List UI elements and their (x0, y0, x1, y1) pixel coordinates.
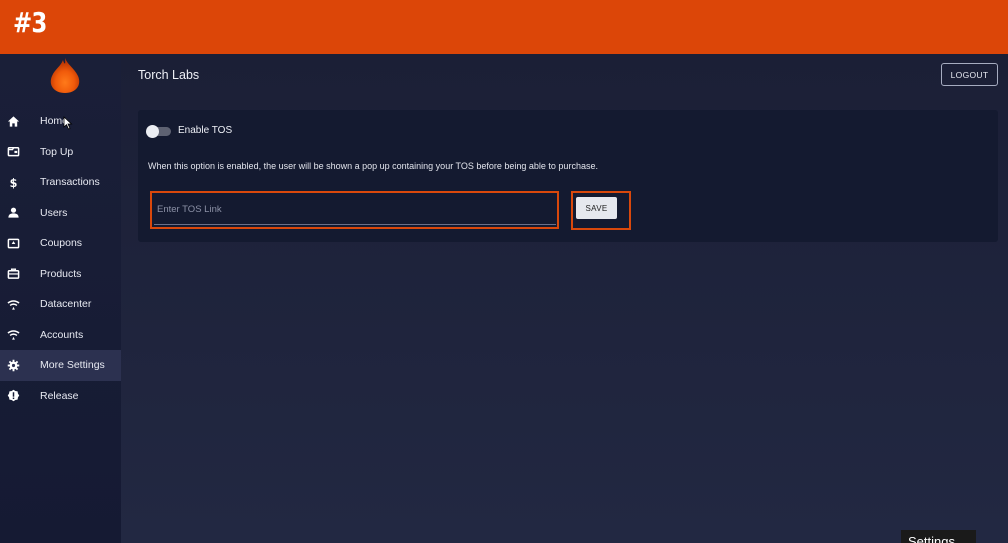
sidebar-item-coupons[interactable]: Coupons (0, 228, 121, 259)
toggle-knob (146, 125, 159, 138)
sidebar-item-top-up[interactable]: Top Up (0, 137, 121, 168)
logout-button[interactable]: LOGOUT (941, 63, 998, 86)
tos-settings-card: Enable TOS When this option is enabled, … (138, 110, 998, 242)
sidebar-item-label: Users (40, 206, 68, 219)
save-button-highlight: SAVE (571, 191, 631, 230)
sidebar-item-transactions[interactable]: $ Transactions (0, 167, 121, 198)
sidebar-item-label: Release (40, 389, 79, 402)
sidebar-item-more-settings[interactable]: More Settings (0, 350, 121, 381)
coupon-icon (6, 236, 20, 250)
banner-label: #3 (13, 6, 47, 39)
settings-tooltip: Settings (901, 530, 976, 543)
sidebar-item-label: Transactions (40, 176, 100, 189)
sidebar-item-label: More Settings (40, 359, 105, 372)
home-icon (6, 114, 20, 128)
tos-link-input[interactable] (154, 194, 556, 225)
sidebar-item-home[interactable]: Home (0, 106, 121, 137)
svg-text:$: $ (9, 177, 17, 189)
sidebar-item-label: Datacenter (40, 298, 92, 311)
flame-logo (47, 56, 83, 96)
sidebar-item-accounts[interactable]: Accounts (0, 320, 121, 351)
save-button[interactable]: SAVE (576, 197, 617, 219)
sidebar-item-datacenter[interactable]: Datacenter (0, 289, 121, 320)
tooltip-label: Settings (908, 534, 955, 543)
enable-tos-toggle[interactable] (146, 125, 171, 138)
main-content: Torch Labs LOGOUT Enable TOS When this o… (121, 54, 1008, 543)
wifi-icon (6, 297, 20, 311)
gear-icon (6, 358, 20, 372)
sidebar-item-release[interactable]: Release (0, 381, 121, 412)
sidebar-item-users[interactable]: Users (0, 198, 121, 229)
tos-help-text: When this option is enabled, the user wi… (148, 161, 598, 171)
wallet-icon (6, 145, 20, 159)
sidebar-item-label: Top Up (40, 145, 74, 158)
page-title: Torch Labs (138, 68, 200, 82)
sidebar-item-label: Accounts (40, 328, 84, 341)
sidebar-item-products[interactable]: Products (0, 259, 121, 290)
sidebar-item-label: Coupons (40, 237, 83, 250)
dollar-icon: $ (6, 175, 20, 189)
tos-input-highlight (150, 191, 559, 229)
video-banner: #3 (0, 0, 1008, 54)
enable-tos-label: Enable TOS (178, 125, 233, 136)
sidebar: Home Top Up $ Transactions Users Coupons (0, 54, 121, 543)
briefcase-icon (6, 267, 20, 281)
sidebar-nav: Home Top Up $ Transactions Users Coupons (0, 106, 121, 411)
sidebar-item-label: Products (40, 267, 82, 280)
mouse-cursor-icon (63, 116, 73, 130)
wifi-icon (6, 328, 20, 342)
user-icon (6, 206, 20, 220)
alert-icon (6, 389, 20, 403)
